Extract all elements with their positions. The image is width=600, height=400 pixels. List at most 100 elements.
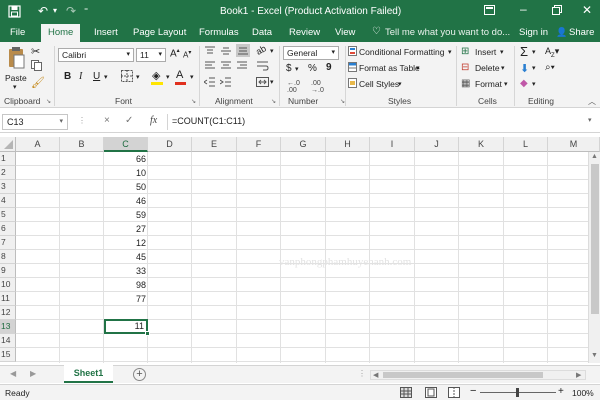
- format-cells-icon[interactable]: ▦: [461, 78, 470, 89]
- align-bottom-icon[interactable]: [236, 44, 250, 57]
- bold-button[interactable]: B: [64, 71, 71, 82]
- clipboard-launcher-icon[interactable]: ↘: [46, 98, 51, 105]
- tab-file[interactable]: File: [10, 27, 25, 38]
- column-header-e[interactable]: E: [192, 137, 237, 152]
- undo-icon[interactable]: ↶: [38, 4, 48, 18]
- enter-icon[interactable]: ✓: [125, 115, 133, 126]
- font-color-dropdown-icon[interactable]: ▾: [190, 73, 194, 81]
- row-header[interactable]: 2: [0, 166, 16, 180]
- active-cell-c13[interactable]: 11: [104, 319, 148, 334]
- currency-dropdown-icon[interactable]: ▾: [295, 65, 299, 73]
- cell-c12[interactable]: [104, 306, 148, 320]
- row-header[interactable]: 7: [0, 236, 16, 250]
- restore-icon[interactable]: [552, 5, 562, 17]
- format-cells-button[interactable]: Format: [475, 79, 502, 89]
- autosum-icon[interactable]: Σ: [520, 44, 528, 59]
- clear-icon[interactable]: ◆: [520, 78, 528, 89]
- autosum-dropdown-icon[interactable]: ▾: [532, 48, 536, 56]
- font-color-icon[interactable]: A: [176, 69, 183, 81]
- merge-dropdown-icon[interactable]: ▾: [270, 78, 274, 86]
- column-header-i[interactable]: I: [370, 137, 415, 152]
- borders-dropdown-icon[interactable]: ▾: [136, 73, 140, 81]
- insert-dropdown-icon[interactable]: ▾: [500, 48, 504, 56]
- name-box[interactable]: C13 ▾: [2, 114, 68, 130]
- zoom-out-button[interactable]: −: [470, 385, 476, 397]
- number-format-select[interactable]: General ▾: [283, 46, 339, 60]
- column-header-b[interactable]: B: [60, 137, 104, 152]
- zoom-slider-thumb[interactable]: [516, 388, 519, 397]
- align-center-icon[interactable]: [220, 61, 232, 73]
- select-all-corner[interactable]: [0, 137, 16, 152]
- fill-icon[interactable]: ⬇: [520, 62, 529, 75]
- sort-filter-icon[interactable]: AZ▾: [545, 46, 559, 59]
- wrap-text-icon[interactable]: [256, 61, 269, 73]
- align-left-icon[interactable]: [204, 61, 216, 73]
- delete-cells-icon[interactable]: ⊟: [461, 62, 469, 73]
- column-header-c[interactable]: C: [104, 137, 148, 152]
- row-header[interactable]: 5: [0, 208, 16, 222]
- orientation-dropdown-icon[interactable]: ▾: [270, 47, 274, 55]
- collapse-ribbon-icon[interactable]: ︿: [588, 96, 596, 107]
- insert-function-icon[interactable]: fx: [150, 115, 157, 126]
- tell-me-search[interactable]: Tell me what you want to do...: [385, 27, 510, 38]
- copy-icon[interactable]: [31, 60, 43, 73]
- redo-icon[interactable]: ↷: [66, 4, 76, 18]
- column-header-m[interactable]: M: [548, 137, 600, 152]
- align-right-icon[interactable]: [236, 61, 248, 73]
- cell-styles-dropdown-icon[interactable]: ▾: [398, 80, 402, 88]
- scroll-right-icon[interactable]: ▶: [576, 371, 581, 379]
- cell-c10[interactable]: 98: [104, 278, 148, 292]
- zoom-level[interactable]: 100%: [572, 388, 594, 398]
- alignment-launcher-icon[interactable]: ↘: [271, 98, 276, 105]
- tab-split-icon[interactable]: ⋮: [358, 369, 366, 378]
- vertical-scroll-thumb[interactable]: [591, 164, 599, 314]
- delete-dropdown-icon[interactable]: ▾: [501, 64, 505, 72]
- page-layout-view-icon[interactable]: [425, 387, 437, 400]
- fill-handle[interactable]: [145, 331, 150, 336]
- row-header[interactable]: 4: [0, 194, 16, 208]
- tab-home[interactable]: Home: [41, 24, 81, 42]
- paste-dropdown-icon[interactable]: ▾: [13, 83, 17, 91]
- sign-in-link[interactable]: Sign in: [519, 27, 548, 38]
- tab-review[interactable]: Review: [289, 27, 320, 38]
- cell-c3[interactable]: 50: [104, 180, 148, 194]
- column-header-d[interactable]: D: [148, 137, 192, 152]
- cell-c6[interactable]: 27: [104, 222, 148, 236]
- scroll-down-icon[interactable]: ▼: [591, 352, 598, 359]
- column-header-h[interactable]: H: [326, 137, 370, 152]
- row-header[interactable]: 11: [0, 292, 16, 306]
- ribbon-display-icon[interactable]: [484, 5, 495, 17]
- minimize-icon[interactable]: –: [520, 2, 527, 16]
- column-header-k[interactable]: K: [459, 137, 504, 152]
- tab-insert[interactable]: Insert: [94, 27, 118, 38]
- fill-color-dropdown-icon[interactable]: ▾: [166, 73, 170, 81]
- horizontal-scroll-thumb[interactable]: [383, 372, 543, 378]
- cell-c1[interactable]: 66: [104, 152, 148, 166]
- format-dropdown-icon[interactable]: ▾: [504, 80, 508, 88]
- font-name-select[interactable]: Calibri ▾: [58, 48, 134, 62]
- column-header-j[interactable]: J: [415, 137, 459, 152]
- row-header[interactable]: 15: [0, 348, 16, 362]
- save-icon[interactable]: [8, 5, 21, 18]
- merge-center-icon[interactable]: [256, 77, 269, 89]
- add-sheet-button[interactable]: +: [133, 368, 146, 381]
- cut-icon[interactable]: ✂: [31, 45, 40, 58]
- increase-decimal-icon[interactable]: ←.0.00: [287, 80, 300, 94]
- row-header[interactable]: 13: [0, 320, 16, 334]
- format-table-dropdown-icon[interactable]: ▾: [416, 64, 420, 72]
- row-header[interactable]: 10: [0, 278, 16, 292]
- cell-c5[interactable]: 59: [104, 208, 148, 222]
- tab-data[interactable]: Data: [252, 27, 272, 38]
- conditional-formatting-icon[interactable]: [348, 46, 357, 58]
- cancel-icon[interactable]: ×: [104, 115, 110, 126]
- increase-indent-icon[interactable]: [219, 77, 232, 89]
- find-select-icon[interactable]: ⌕▾: [545, 62, 555, 73]
- decrease-font-icon[interactable]: A▾: [183, 49, 191, 60]
- formula-input[interactable]: =COUNT(C1:C11): [172, 116, 245, 126]
- italic-button[interactable]: I: [79, 71, 82, 82]
- scroll-left-icon[interactable]: ◀: [373, 371, 378, 379]
- orientation-icon[interactable]: ab: [254, 43, 268, 57]
- column-header-g[interactable]: G: [281, 137, 326, 152]
- customize-toolbar-icon[interactable]: ⁼: [84, 6, 88, 15]
- format-table-icon[interactable]: [348, 62, 357, 74]
